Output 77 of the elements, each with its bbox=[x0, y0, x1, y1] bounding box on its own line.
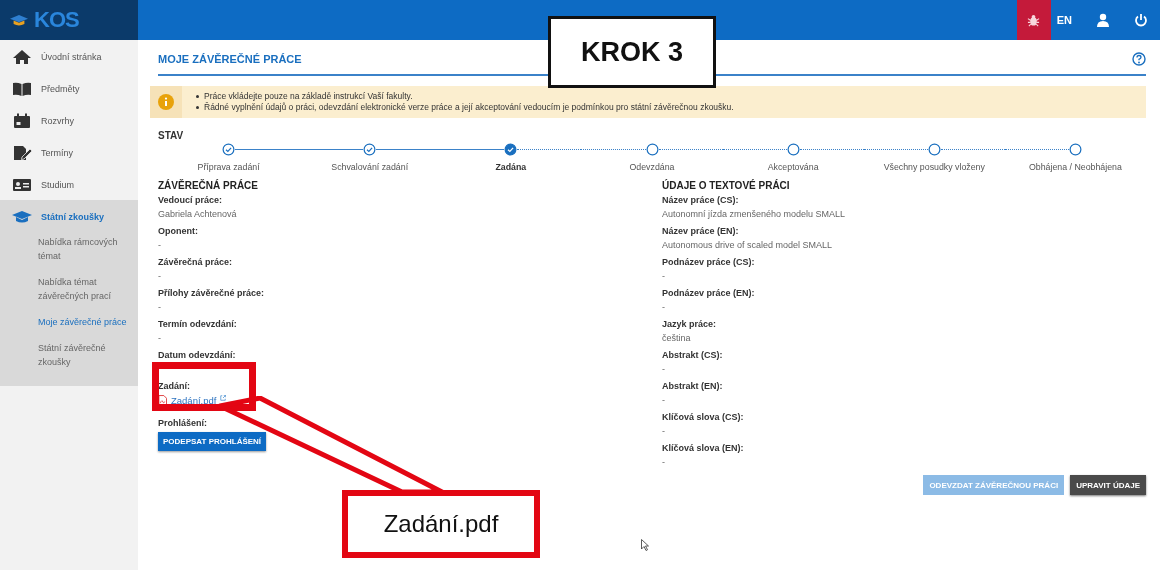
file-link[interactable]: Zadání.pdf bbox=[171, 393, 217, 408]
external-link-icon bbox=[220, 395, 227, 401]
step-label: Akceptována bbox=[767, 162, 819, 172]
step-label: Schvalování zadání bbox=[331, 162, 409, 172]
field-label: Klíčová slova (EN): bbox=[662, 442, 745, 455]
field-value: čeština bbox=[662, 332, 692, 345]
bug-icon bbox=[1027, 13, 1041, 27]
graduation-cap-icon bbox=[10, 14, 28, 26]
section-heading: ÚDAJE O TEXTOVÉ PRÁCI bbox=[662, 180, 791, 191]
step-label: Příprava zadání bbox=[197, 162, 260, 172]
field-label: Vedoucí práce: bbox=[158, 194, 224, 207]
notice-text: Práce vkládejte pouze na základě instrukcí Vaší fakulty. bbox=[204, 91, 413, 102]
sidebar-subitem[interactable]: Nabídka témat závěrečných prací bbox=[0, 272, 138, 308]
field-value: - bbox=[662, 425, 666, 438]
sidebar-item[interactable]: Studium bbox=[0, 169, 138, 200]
calendar-icon bbox=[12, 112, 32, 129]
sidebar-item[interactable]: Termíny bbox=[0, 137, 138, 168]
field-label: Prohlášení: bbox=[158, 417, 208, 430]
field-value: - bbox=[158, 270, 162, 283]
field-value: - bbox=[662, 456, 666, 469]
field-label: Přílohy závěrečné práce: bbox=[158, 287, 266, 300]
section-heading: ZÁVĚREČNÁ PRÁCE bbox=[158, 180, 259, 191]
field-value: - bbox=[662, 270, 666, 283]
step-label: Obhájena / Neobhájena bbox=[1028, 162, 1122, 172]
sidebar-subitem[interactable]: Moje závěrečné práce bbox=[0, 312, 138, 334]
sidebar-item[interactable]: Státní zkoušky bbox=[0, 201, 138, 232]
field-value: Autonomní jízda zmenšeného modelu SMALL bbox=[662, 208, 847, 221]
sidebar-item[interactable]: Úvodní stránka bbox=[0, 41, 138, 72]
field-value: - bbox=[662, 363, 666, 376]
field-value: - bbox=[662, 394, 666, 407]
pen-icon bbox=[12, 144, 32, 161]
home-icon bbox=[12, 48, 32, 65]
sidebar-subitem[interactable]: Státní závěrečné zkoušky bbox=[0, 338, 138, 374]
step-label: Všechny posudky vloženy bbox=[883, 162, 985, 172]
field-label: Závěrečná práce: bbox=[158, 256, 234, 269]
pdf-file-icon bbox=[158, 395, 167, 406]
field-label: Podnázev práce (CS): bbox=[662, 256, 756, 269]
sign-declaration-button[interactable]: PODEPSAT PROHLÁŠENÍ bbox=[158, 432, 267, 451]
field-label: Zadání: bbox=[158, 380, 191, 393]
field-label: Název práce (EN): bbox=[662, 225, 740, 238]
field-label: Datum odevzdání: bbox=[158, 349, 237, 362]
status-label: STAV bbox=[158, 130, 185, 141]
sidebar-item[interactable]: Předměty bbox=[0, 73, 138, 104]
field-value: Gabriela Achtenová bbox=[158, 208, 238, 221]
field-label: Jazyk práce: bbox=[662, 318, 718, 331]
field-value: - bbox=[158, 301, 162, 314]
language-button[interactable]: EN bbox=[1056, 14, 1072, 26]
info-icon bbox=[158, 94, 174, 110]
field-label: Oponent: bbox=[158, 225, 199, 238]
callout-label: Zadání.pdf bbox=[342, 490, 540, 558]
sidebar-item[interactable]: Rozvrhy bbox=[0, 105, 138, 136]
id-card-icon bbox=[12, 176, 32, 193]
field-label: Podnázev práce (EN): bbox=[662, 287, 756, 300]
page-title: MOJE ZÁVĚREČNÉ PRÁCE bbox=[158, 53, 302, 65]
graduation-cap-icon bbox=[12, 208, 32, 225]
bug-report-button[interactable] bbox=[1016, 0, 1051, 40]
field-label: Termín odevzdání: bbox=[158, 318, 238, 331]
field-value: Autonomous drive of scaled model SMALL bbox=[662, 239, 834, 252]
step-label: Odevzdána bbox=[629, 162, 675, 172]
field-label: Klíčová slova (CS): bbox=[662, 411, 745, 424]
field-value: - bbox=[158, 332, 162, 345]
mouse-cursor-icon bbox=[641, 539, 649, 551]
notice-text: Řádné vyplnění údajů o práci, odevzdání elektronické verze práce a její akceptování vedoucím je podmínkou pro státní závěrečnou zkoušku. bbox=[204, 102, 734, 113]
field-value: - bbox=[158, 239, 162, 252]
help-icon[interactable] bbox=[1132, 52, 1146, 66]
power-icon[interactable] bbox=[1134, 13, 1148, 27]
field-label: Abstrakt (CS): bbox=[662, 349, 724, 362]
edit-details-button[interactable]: UPRAVIT ÚDAJE bbox=[1070, 475, 1146, 495]
field-value: - bbox=[662, 301, 666, 314]
step-badge: KROK 3 bbox=[548, 16, 716, 88]
book-icon bbox=[12, 80, 32, 97]
sidebar-subitem[interactable]: Nabídka rámcových témat bbox=[0, 232, 138, 268]
field-label: Abstrakt (EN): bbox=[662, 380, 724, 393]
logo[interactable]: KOS bbox=[34, 7, 79, 33]
user-icon[interactable] bbox=[1096, 13, 1110, 27]
step-label: Zadána bbox=[495, 162, 527, 172]
field-label: Název práce (CS): bbox=[662, 194, 740, 207]
